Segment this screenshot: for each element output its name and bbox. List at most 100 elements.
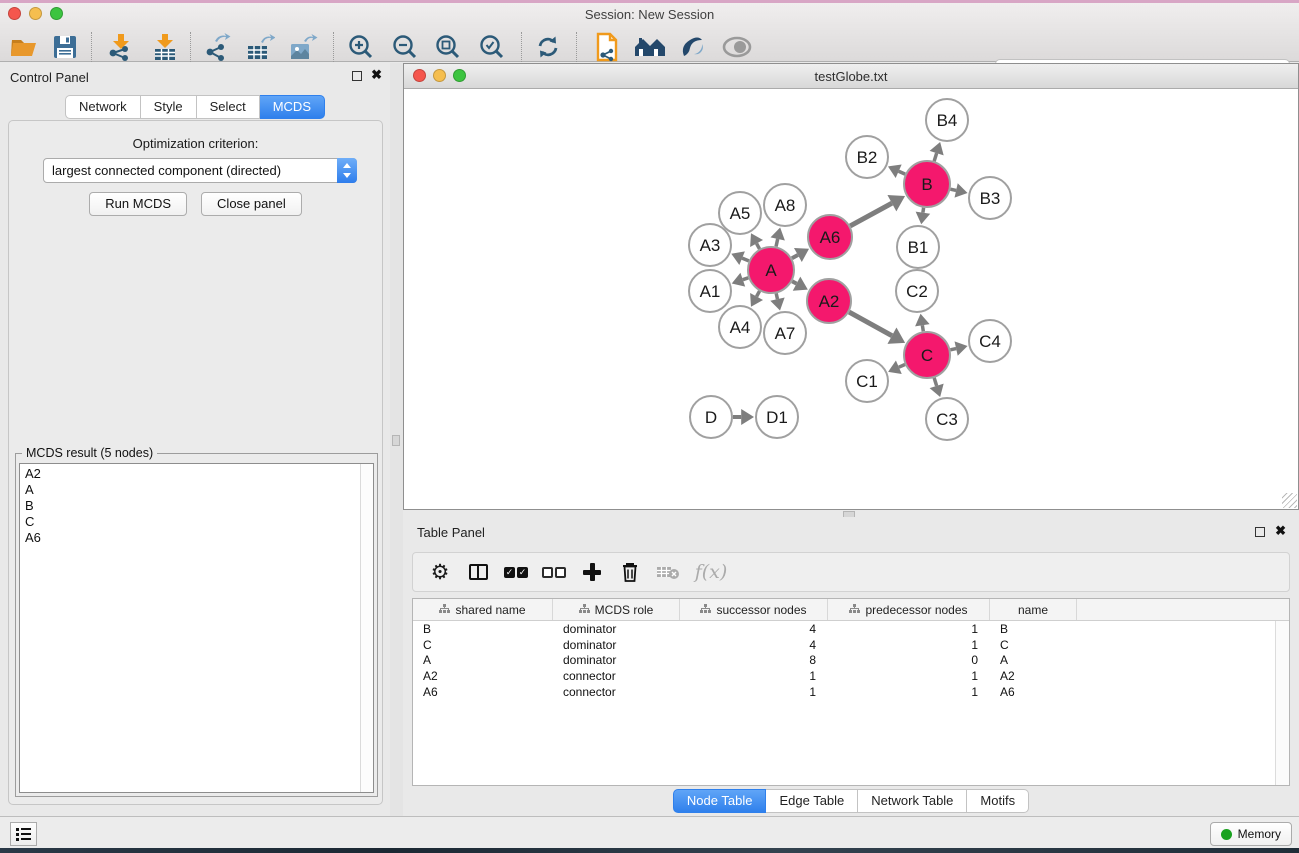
export-image-icon[interactable] <box>284 30 322 64</box>
graph-edge-C-C3[interactable] <box>934 378 936 386</box>
close-panel-button[interactable]: Close panel <box>201 192 302 216</box>
refresh-icon[interactable] <box>529 30 567 64</box>
graph-node-B[interactable]: B <box>904 161 950 207</box>
tab-mcds[interactable]: MCDS <box>260 95 325 119</box>
zoom-in-icon[interactable] <box>342 30 380 64</box>
table-options-gear-icon[interactable]: ⚙ <box>421 557 459 587</box>
graph-node-A1[interactable]: A1 <box>689 270 731 312</box>
graph-node-A5[interactable]: A5 <box>719 192 761 234</box>
graph-node-A8[interactable]: A8 <box>764 184 806 226</box>
table-tab-edge-table[interactable]: Edge Table <box>766 789 858 813</box>
graph-node-A2[interactable]: A2 <box>807 279 851 323</box>
splitter-grip[interactable] <box>392 435 400 446</box>
mcds-result-item[interactable]: A6 <box>25 530 358 546</box>
graph-node-C[interactable]: C <box>904 332 950 378</box>
graph-edge-A-A5[interactable] <box>757 243 760 248</box>
mcds-result-item[interactable]: A <box>25 482 358 498</box>
window-resize-grip[interactable] <box>1282 493 1297 508</box>
table-row[interactable]: Adominator80A <box>413 653 1275 669</box>
tab-network[interactable]: Network <box>65 95 141 119</box>
graph-edge-B-B1[interactable] <box>923 208 924 213</box>
zoom-out-icon[interactable] <box>386 30 424 64</box>
graph-edge-A-A6[interactable] <box>792 255 798 258</box>
import-table-icon[interactable] <box>146 30 184 64</box>
home-icon[interactable] <box>631 30 669 64</box>
graph-node-C3[interactable]: C3 <box>926 398 968 440</box>
graph-node-A3[interactable]: A3 <box>689 224 731 266</box>
network-from-file-icon[interactable] <box>588 30 626 64</box>
graph-edge-C-C2[interactable] <box>922 325 923 331</box>
graph-node-A7[interactable]: A7 <box>764 312 806 354</box>
graph-node-B1[interactable]: B1 <box>897 226 939 268</box>
tab-select[interactable]: Select <box>197 95 260 119</box>
add-column-icon[interactable] <box>573 557 611 587</box>
column-header-predecessor-nodes[interactable]: predecessor nodes <box>828 599 990 620</box>
mcds-result-item[interactable]: A2 <box>25 466 358 482</box>
vizmapper-icon[interactable] <box>674 30 712 64</box>
table-tab-motifs[interactable]: Motifs <box>967 789 1029 813</box>
float-panel-icon[interactable] <box>352 71 362 81</box>
graph-edge-C-C4[interactable] <box>950 349 956 350</box>
save-session-icon[interactable] <box>46 30 84 64</box>
open-file-icon[interactable] <box>5 30 43 64</box>
optimization-criterion-select[interactable]: largest connected component (directed) <box>43 158 357 183</box>
table-tab-network-table[interactable]: Network Table <box>858 789 967 813</box>
show-columns-icon[interactable] <box>459 557 497 587</box>
graph-edge-C-C1[interactable] <box>899 365 905 368</box>
task-history-button[interactable] <box>10 822 37 846</box>
mcds-result-item[interactable]: C <box>25 514 358 530</box>
graph-edge-A-A7[interactable] <box>776 293 777 299</box>
graph-node-D1[interactable]: D1 <box>756 396 798 438</box>
table-row[interactable]: A6connector11A6 <box>413 684 1275 700</box>
float-table-panel-icon[interactable] <box>1255 527 1265 537</box>
graph-edge-B-B2[interactable] <box>899 171 905 174</box>
export-network-icon[interactable] <box>199 30 237 64</box>
graph-node-B4[interactable]: B4 <box>926 99 968 141</box>
table-row[interactable]: Cdominator41C <box>413 637 1275 653</box>
select-all-checkboxes-icon[interactable]: ✓✓ <box>497 557 535 587</box>
table-tab-node-table[interactable]: Node Table <box>673 789 767 813</box>
graph-node-C1[interactable]: C1 <box>846 360 888 402</box>
column-header-shared-name[interactable]: shared name <box>413 599 553 620</box>
graph-node-A[interactable]: A <box>748 247 794 293</box>
graph-edge-A-A2[interactable] <box>792 281 796 283</box>
panel-splitter[interactable] <box>390 63 403 816</box>
zoom-fit-icon[interactable] <box>429 30 467 64</box>
close-table-panel-icon[interactable]: ✖ <box>1275 524 1286 538</box>
graph-node-A4[interactable]: A4 <box>719 306 761 348</box>
column-header-MCDS-role[interactable]: MCDS role <box>553 599 680 620</box>
function-builder-icon[interactable]: f(x) <box>687 557 735 587</box>
column-header-name[interactable]: name <box>990 599 1077 620</box>
table-scrollbar[interactable] <box>1275 621 1289 785</box>
graph-edge-A-A1[interactable] <box>743 278 748 280</box>
graph-edge-A6-B[interactable] <box>850 203 892 226</box>
deselect-all-checkboxes-icon[interactable] <box>535 557 573 587</box>
graph-edge-A-A3[interactable] <box>742 258 749 261</box>
table-row[interactable]: A2connector11A2 <box>413 668 1275 684</box>
network-canvas[interactable]: A A1 A2 A3 A4 A5 A6 A7 A8 B B1 B2 B3B4 C C1 C2 C3C4 D D1 <box>404 89 1298 509</box>
graph-node-B3[interactable]: B3 <box>969 177 1011 219</box>
graph-edge-B-B4[interactable] <box>934 153 936 161</box>
graph-node-B2[interactable]: B2 <box>846 136 888 178</box>
close-panel-icon[interactable]: ✖ <box>371 68 382 82</box>
graph-node-C2[interactable]: C2 <box>896 270 938 312</box>
graph-node-D[interactable]: D <box>690 396 732 438</box>
import-network-icon[interactable] <box>101 30 139 64</box>
column-header-successor-nodes[interactable]: successor nodes <box>680 599 828 620</box>
network-window-titlebar[interactable]: testGlobe.txt <box>404 64 1298 89</box>
list-scrollbar[interactable] <box>360 464 373 792</box>
delete-table-icon[interactable] <box>649 557 687 587</box>
graph-node-A6[interactable]: A6 <box>808 215 852 259</box>
mcds-result-item[interactable]: B <box>25 498 358 514</box>
export-table-icon[interactable] <box>241 30 279 64</box>
delete-columns-icon[interactable] <box>611 557 649 587</box>
table-row[interactable]: Bdominator41B <box>413 621 1275 637</box>
zoom-selected-icon[interactable] <box>473 30 511 64</box>
show-graphics-details-icon[interactable] <box>718 30 756 64</box>
graph-edge-B-B3[interactable] <box>950 189 956 190</box>
graph-edge-A2-C[interactable] <box>849 312 892 336</box>
graph-edge-A-A4[interactable] <box>757 291 760 296</box>
graph-node-C4[interactable]: C4 <box>969 320 1011 362</box>
graph-edge-A-A8[interactable] <box>776 239 778 247</box>
tab-style[interactable]: Style <box>141 95 197 119</box>
